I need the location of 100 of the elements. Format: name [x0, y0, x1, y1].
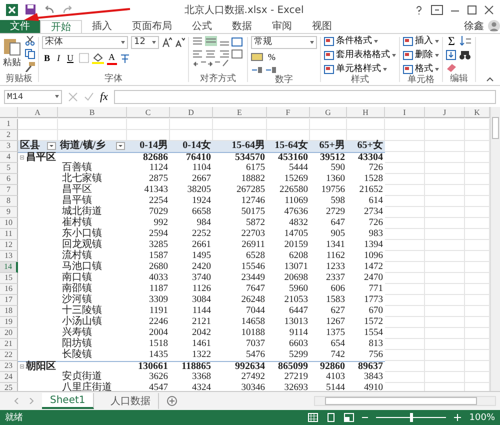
border-icon[interactable] [78, 53, 89, 64]
empty-cell[interactable] [385, 130, 425, 141]
cell-icon[interactable] [403, 64, 413, 74]
empty-cell[interactable] [385, 206, 425, 218]
empty-cell[interactable] [385, 162, 425, 174]
empty-cell[interactable] [385, 250, 425, 262]
empty-cell[interactable] [425, 130, 465, 141]
redo-icon[interactable] [62, 4, 74, 15]
ribbon-tab[interactable]: 数据 [222, 20, 262, 33]
sort-icon[interactable] [460, 36, 472, 46]
empty-cell[interactable] [425, 196, 465, 207]
row-header[interactable]: 23 [0, 360, 18, 372]
row-header[interactable]: 9 [0, 206, 18, 218]
empty-cell[interactable] [347, 118, 385, 130]
column-header[interactable]: A [18, 106, 58, 118]
font-style-button[interactable]: I [55, 52, 62, 64]
empty-cell[interactable] [385, 338, 425, 350]
row-header[interactable]: 19 [0, 316, 18, 328]
empty-cell[interactable] [58, 118, 127, 130]
maximize-icon[interactable] [467, 4, 477, 15]
filter-dropdown-icon[interactable] [47, 142, 56, 150]
font-style-button[interactable]: B [42, 52, 52, 64]
empty-cell[interactable] [385, 350, 425, 361]
column-header[interactable]: H [347, 106, 385, 118]
empty-cell[interactable] [425, 118, 465, 130]
row-header[interactable]: 4 [0, 152, 18, 163]
ribbon-tab[interactable]: 公式 [182, 20, 222, 33]
fill-color-icon[interactable] [92, 52, 104, 64]
row-header[interactable]: 6 [0, 174, 18, 185]
empty-cell[interactable] [385, 118, 425, 130]
empty-cell[interactable] [425, 228, 465, 240]
fill-down-icon[interactable] [446, 50, 456, 60]
row-header[interactable]: 22 [0, 350, 18, 361]
row-header[interactable]: 10 [0, 218, 18, 229]
empty-cell[interactable] [385, 306, 425, 317]
empty-cell[interactable] [425, 152, 465, 163]
cell-menu-button[interactable]: 格式 [403, 64, 439, 75]
empty-cell[interactable] [425, 284, 465, 295]
excel-logo-icon[interactable] [6, 4, 18, 16]
row-header[interactable]: 5 [0, 162, 18, 174]
help-icon[interactable] [414, 4, 424, 15]
row-header[interactable]: 24 [0, 372, 18, 383]
empty-cell[interactable] [425, 360, 465, 372]
add-sheet-icon[interactable] [167, 396, 178, 406]
save-icon[interactable] [25, 4, 36, 16]
column-header[interactable]: C [127, 106, 170, 118]
undo-icon[interactable] [43, 4, 55, 15]
empty-cell[interactable] [385, 196, 425, 207]
ribbon-tab[interactable]: 视图 [302, 20, 342, 33]
style-menu-button[interactable]: 条件格式 [324, 36, 378, 47]
column-header[interactable]: F [267, 106, 310, 118]
column-header[interactable]: B [58, 106, 127, 118]
empty-cell[interactable] [425, 218, 465, 229]
cell-menu-button[interactable]: 删除 [403, 50, 439, 61]
empty-cell[interactable] [425, 140, 465, 152]
empty-cell[interactable] [385, 240, 425, 251]
ribbon-tab[interactable]: 插入 [82, 20, 122, 33]
empty-cell[interactable] [385, 218, 425, 229]
empty-cell[interactable] [385, 152, 425, 163]
scroll-tabs-right-icon[interactable] [28, 398, 34, 404]
empty-cell[interactable] [425, 184, 465, 196]
collapse-ribbon-icon[interactable] [486, 76, 494, 82]
scissors-icon[interactable] [25, 36, 35, 46]
style-menu-button[interactable]: 套用表格格式 [324, 50, 396, 61]
decimal-icons-drawing[interactable] [251, 66, 277, 75]
empty-cell[interactable] [425, 262, 465, 273]
autosum-button[interactable]: Σ [446, 36, 457, 47]
row-header[interactable]: 8 [0, 196, 18, 207]
empty-cell[interactable] [385, 316, 425, 328]
zoom-level[interactable]: 100% [469, 412, 495, 423]
empty-cell[interactable] [267, 118, 310, 130]
grow-font-icon[interactable] [162, 37, 172, 48]
row-header[interactable]: 11 [0, 228, 18, 240]
font-size-dropdown[interactable]: 12 [131, 36, 159, 49]
empty-cell[interactable] [425, 272, 465, 284]
style-menu-button[interactable]: 单元格样式 [324, 64, 387, 75]
row-header[interactable]: 7 [0, 184, 18, 196]
copy-icon[interactable] [25, 48, 35, 59]
ribbon-tab[interactable]: 开始 [40, 20, 82, 33]
ribbon-tab[interactable]: 页面布局 [122, 20, 182, 33]
collapse-icon[interactable] [20, 154, 24, 162]
shrink-font-icon[interactable] [175, 37, 185, 48]
empty-cell[interactable] [425, 306, 465, 317]
sheet-tab[interactable]: Sheet1 [42, 393, 94, 410]
close-icon[interactable] [484, 4, 494, 15]
binoculars-icon[interactable] [459, 50, 471, 60]
insert-function-button[interactable]: fx [100, 90, 108, 103]
user-name[interactable]: 徐鑫 [464, 20, 484, 33]
formula-input[interactable] [114, 90, 496, 104]
style-icon[interactable] [324, 36, 334, 46]
font-dropdown[interactable]: 宋体 [42, 36, 128, 49]
percent-button[interactable]: % [266, 52, 278, 63]
cell-icon[interactable] [403, 50, 413, 60]
style-icon[interactable] [324, 64, 334, 74]
empty-cell[interactable] [385, 294, 425, 306]
currency-icon[interactable] [251, 52, 263, 62]
vertical-scrollbar[interactable] [490, 106, 500, 392]
empty-cell[interactable] [385, 262, 425, 273]
column-header[interactable]: D [170, 106, 213, 118]
page-layout-icon[interactable] [326, 413, 336, 422]
